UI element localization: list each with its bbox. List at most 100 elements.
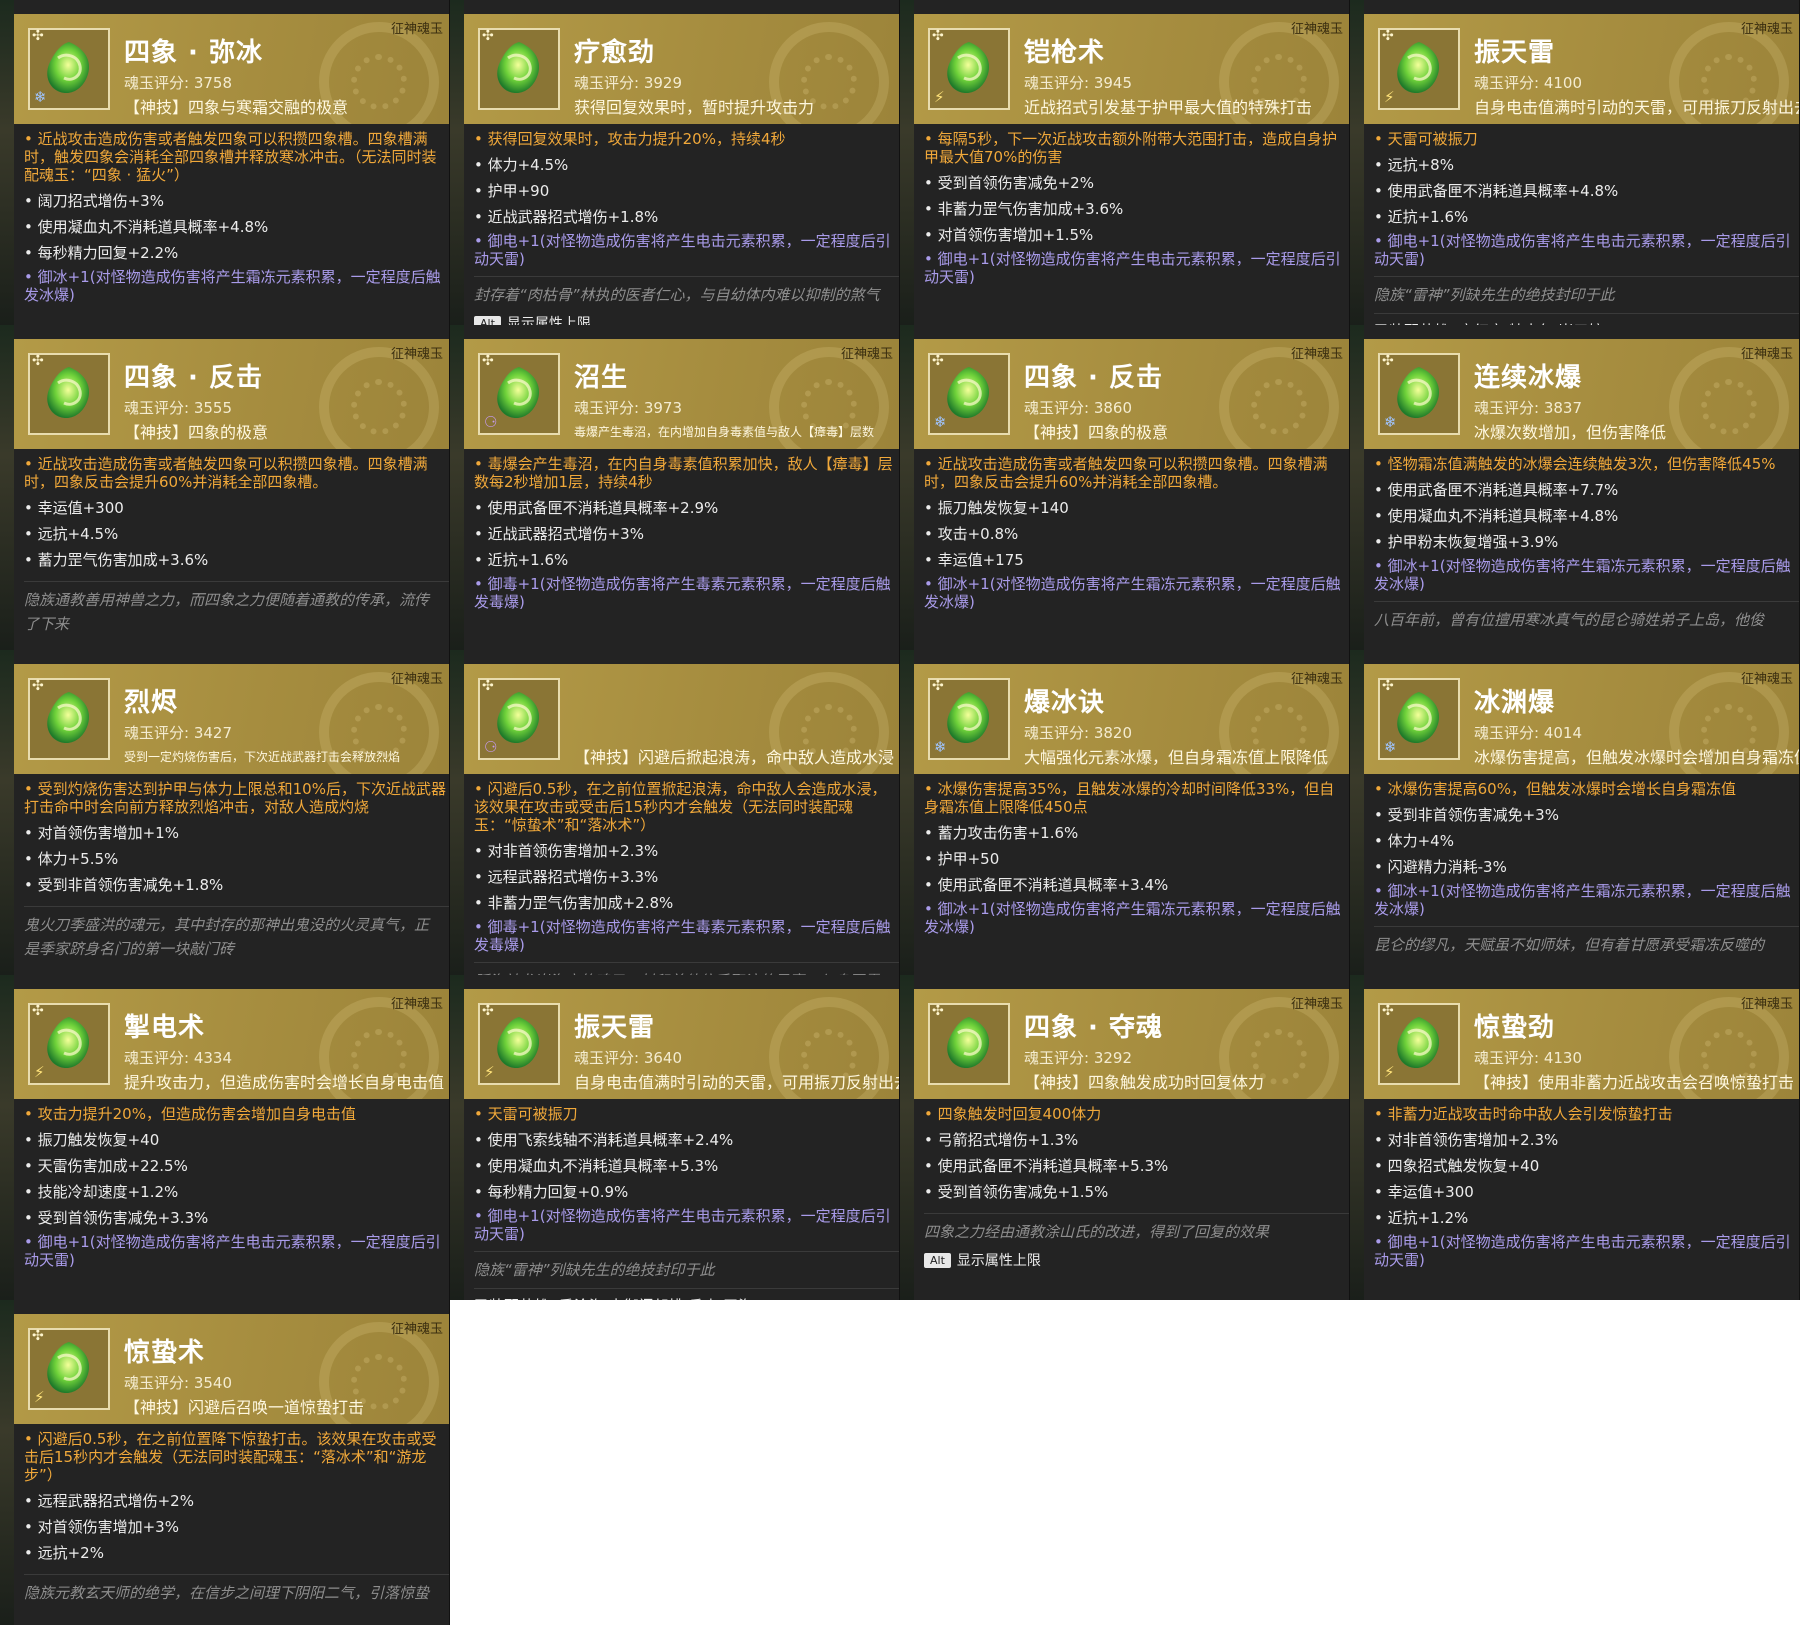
item-subtitle: 受到一定灼烧伤害后，下次近战武器打击会释放烈焰 xyxy=(124,750,401,764)
lore-text: 隐族元教玄天师的绝学，在信步之间理下阴阳二气，引落惊蛰 xyxy=(24,1574,449,1605)
set-mark-icon: ✣ xyxy=(482,28,494,44)
jade-score: 魂玉评分: 3292 xyxy=(1024,1049,1132,1067)
background-strip xyxy=(0,975,14,1300)
set-mark-icon: ✣ xyxy=(482,1003,494,1019)
stat-list: • 弓箭招式增伤+1.3% • 使用武备匣不消耗道具概率+5.3% • 受到首领伤害… xyxy=(924,1127,1349,1205)
item-tooltip: 征神魂玉 ✣ ⚡ xyxy=(914,14,1349,325)
stat-line: • 近战武器招式增伤+3% xyxy=(474,525,644,543)
alt-hint[interactable]: Alt 显示属性上限 xyxy=(924,1250,1349,1270)
elec-element-icon: ⚡ xyxy=(1384,88,1395,106)
tooltip-body: • 近战攻击造成伤害或者触发四象可以积攒四象槽。四象槽满时，四象反击会提升60%… xyxy=(914,449,1349,611)
jade-score: 魂玉评分: 3540 xyxy=(124,1374,232,1392)
tooltip-header: 征神魂玉 ✣ ⚡ xyxy=(1364,14,1799,124)
alt-hint[interactable]: Alt 显示属性上限 xyxy=(474,313,899,325)
soul-jade-icon: ✣ xyxy=(28,678,110,760)
stat-line: • 技能冷却速度+1.2% xyxy=(24,1183,179,1201)
soul-jade-card: 征神魂玉 ✣ ⚡ xyxy=(1350,0,1800,325)
item-title: 四象 · 反击 xyxy=(124,363,263,393)
set-bonus: • 御冰+1(对怪物造成伤害将产生霜冻元素积累，一定程度后触发冰爆) xyxy=(24,268,441,304)
jade-score: 魂玉评分: 4014 xyxy=(1474,724,1582,742)
stat-line: • 幸运值+300 xyxy=(1374,1183,1474,1201)
lore-text: 封存着“肉枯骨”林执的医者仁心，与自幼体内难以抑制的煞气 xyxy=(474,276,899,307)
stat-line: • 受到首领伤害减免+3.3% xyxy=(24,1209,209,1227)
elec-element-icon: ⚡ xyxy=(34,1063,45,1081)
item-tooltip: 征神魂玉 ✣ xyxy=(914,989,1349,1300)
elec-element-icon: ⚡ xyxy=(484,1063,495,1081)
soul-jade-card: 征神魂玉 ✣ ⚡ xyxy=(1350,975,1800,1300)
item-tooltip: 征神魂玉 ✣ ⚡ xyxy=(14,989,449,1300)
stat-line: • 每秒精力回复+0.9% xyxy=(474,1183,629,1201)
main-effect: • 闪避后0.5秒，在之前位置降下惊蛰打击。该效果在攻击或受击后15秒内才会触发… xyxy=(24,1430,437,1484)
set-bonus: • 御电+1(对怪物造成伤害将产生电击元素积累，一定程度后引动天雷) xyxy=(1374,232,1791,268)
stat-line: • 体力+4% xyxy=(1374,832,1454,850)
main-effect: • 近战攻击造成伤害或者触发四象可以积攒四象槽。四象槽满时，四象反击会提升60%… xyxy=(24,455,428,491)
item-title: 爆冰诀 xyxy=(1024,688,1106,718)
header-emblem-inner xyxy=(1251,379,1307,435)
jade-gem-icon xyxy=(1397,692,1440,744)
item-tooltip: 征神魂玉 ✣ xyxy=(14,339,449,650)
alt-hint-label: 显示属性上限 xyxy=(956,1253,1041,1269)
background-strip xyxy=(0,650,14,975)
jade-score: 魂玉评分: 3837 xyxy=(1474,399,1582,417)
main-effect: • 攻击力提升20%，但造成伤害会增加自身电击值 xyxy=(24,1105,356,1123)
main-effect: • 怪物霜冻值满触发的冰爆会连续触发3次，但伤害降低45% xyxy=(1374,455,1776,473)
main-effect: • 冰爆伤害提高60%，但触发冰爆时会增长自身霜冻值 xyxy=(1374,780,1736,798)
soul-jade-icon: ✣ xyxy=(928,1003,1010,1085)
stat-line: • 对非首领伤害增加+2.3% xyxy=(474,842,659,860)
background-strip xyxy=(1350,975,1364,1300)
stat-line: • 使用武备匣不消耗道具概率+5.3% xyxy=(924,1157,1169,1175)
stat-list: • 振刀触发恢复+140 • 攻击+0.8% • 幸运值+175 xyxy=(924,495,1349,573)
category-tag: 征神魂玉 xyxy=(390,22,443,37)
tooltip-body: • 近战攻击造成伤害或者触发四象可以积攒四象槽。四象槽满时，四象反击会提升60%… xyxy=(14,449,449,636)
soul-jade-icon: ✣ xyxy=(28,353,110,435)
tooltip-header: ✣ ⚡ 振天雷 魂玉评分: 3640 自身电击值满时引动的天雷，可用振刀反射出去 xyxy=(464,989,899,1099)
category-tag: 征神魂玉 xyxy=(1290,997,1343,1012)
stat-list: • 使用飞索线轴不消耗道具概率+2.4% • 使用凝血丸不消耗道具概率+5.3% •… xyxy=(474,1127,899,1205)
set-bonus: • 御毒+1(对怪物造成伤害将产生毒素元素积累，一定程度后触发毒爆) xyxy=(474,918,891,954)
tooltip-header: 征神魂玉 ✣ ❄ xyxy=(914,339,1349,449)
background-strip xyxy=(450,975,464,1300)
stat-line: • 四象招式触发恢复+40 xyxy=(1374,1157,1540,1175)
category-tag: 征神魂玉 xyxy=(390,347,443,362)
item-tooltip: 征神魂玉 ✣ ⚡ xyxy=(1364,989,1799,1300)
soul-jade-card: ✣ 疗愈劲 魂玉评分: 3929 获得回复效果时，暂时提升攻击力 • 获得回复效… xyxy=(450,0,900,325)
category-tag: 征神魂玉 xyxy=(1290,347,1343,362)
soul-jade-card: ✣ ⚆ 【神技】闪避后掀起浪涛，命中敌人造成水浸 • 闪避后0.5秒，在之前位置… xyxy=(450,650,900,975)
main-effect: • 近战攻击造成伤害或者触发四象可以积攒四象槽。四象槽满时，触发四象会消耗全部四… xyxy=(24,130,437,184)
alt-key: Alt xyxy=(924,1252,951,1268)
stat-list: • 体力+4.5% • 护甲+90 • 近战武器招式增伤+1.8% xyxy=(474,152,899,230)
soul-jade-icon: ✣ ⚡ xyxy=(928,28,1010,110)
item-subtitle: 【神技】闪避后召唤一道惊蛰打击 xyxy=(124,1398,365,1417)
jade-gem-icon xyxy=(1397,367,1440,419)
jade-gem-icon xyxy=(47,42,90,94)
item-subtitle: 冰爆伤害提高，但触发冰爆时会增加自身霜冻值 xyxy=(1474,748,1799,767)
stat-line: • 对首领伤害增加+1% xyxy=(24,824,179,842)
soul-jade-card: 征神魂玉 ✣ ⚡ xyxy=(0,1300,450,1625)
tooltip-body: • 闪避后0.5秒，在之前位置降下惊蛰打击。该效果在攻击或受击后15秒内才会触发… xyxy=(14,1424,449,1605)
tooltip-header: 征神魂玉 ✣ ⚡ xyxy=(914,14,1349,124)
item-tooltip: 征神魂玉 ✣ ⚆ 沼生 魂玉评分: 3973 毒爆产生毒沼，在内增加自身毒素值与… xyxy=(464,339,899,650)
background-strip xyxy=(450,650,464,975)
background-strip xyxy=(450,325,464,650)
soul-jade-icon: ✣ ⚡ xyxy=(28,1003,110,1085)
jade-score: 魂玉评分: 3820 xyxy=(1024,724,1132,742)
item-subtitle: 提升攻击力，但造成伤害时会增长自身电击值 xyxy=(124,1073,445,1092)
stat-line: • 体力+4.5% xyxy=(474,156,569,174)
background-strip xyxy=(0,1300,14,1625)
stat-list: • 对首领伤害增加+1% • 体力+5.5% • 受到非首领伤害减免+1.8% xyxy=(24,820,449,898)
jade-gem-icon xyxy=(1397,1017,1440,1069)
item-tooltip: 征神魂玉 ✣ ❄ xyxy=(914,339,1349,650)
tooltip-body: • 四象触发时回复400体力 • 弓箭招式增伤+1.3% • 使用武备匣不消耗道具… xyxy=(914,1099,1349,1270)
tooltip-collage: 征神魂玉 ✣ ❄ 四象 · 弥冰 魂玉评分: 3758 【神技】四象与寒霜交融的… xyxy=(0,0,1800,1625)
set-bonus: • 御电+1(对怪物造成伤害将产生电击元素积累，一定程度后引动天雷) xyxy=(474,1207,891,1243)
soul-jade-icon: ✣ ❄ xyxy=(1378,678,1460,760)
stat-line: • 使用凝血丸不消耗道具概率+4.8% xyxy=(24,218,269,236)
tooltip-body: • 非蓄力近战攻击时命中敌人会引发惊蛰打击 • 对非首领伤害增加+2.3% • 四… xyxy=(1364,1099,1799,1269)
item-tooltip: 征神魂玉 ✣ ⚡ xyxy=(1364,14,1799,325)
item-subtitle: 【神技】闪避后掀起浪涛，命中敌人造成水浸 xyxy=(574,748,895,767)
stat-line: • 蓄力攻击伤害+1.6% xyxy=(924,824,1079,842)
item-title: 四象 · 弥冰 xyxy=(124,38,263,68)
item-subtitle: 【神技】使用非蓄力近战攻击会召唤惊蛰打击 xyxy=(1474,1073,1795,1092)
item-title: 四象 · 反击 xyxy=(1024,363,1163,393)
jade-gem-icon xyxy=(47,692,90,744)
